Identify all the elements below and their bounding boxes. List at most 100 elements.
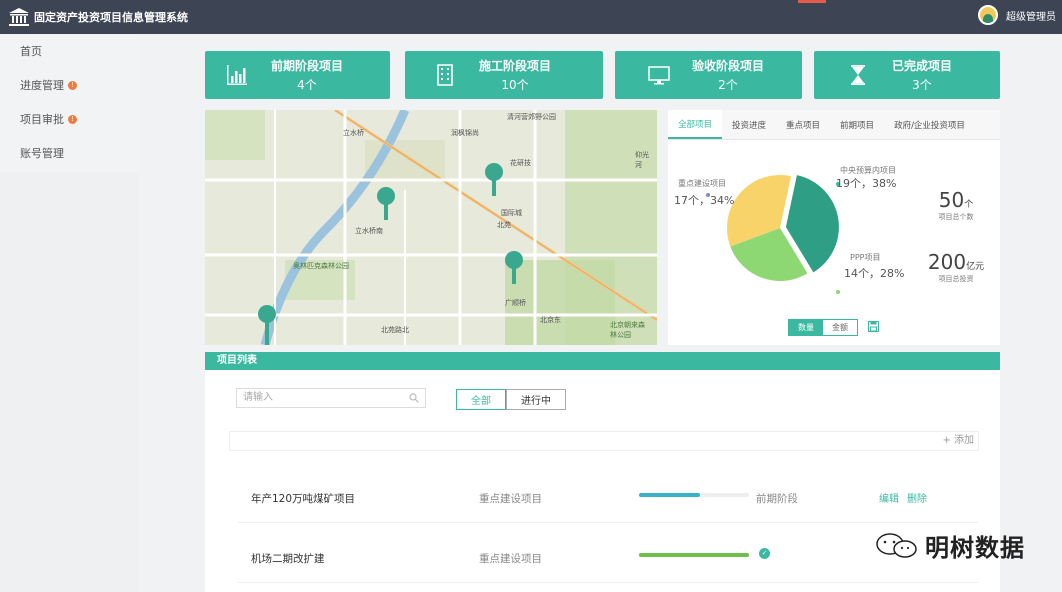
sidebar-item-label: 账号管理 <box>20 147 64 160</box>
sidebar: 首页 进度管理 ! 项目审批 ! 账号管理 <box>0 34 138 172</box>
card-construction[interactable]: 施工阶段项目 10个 <box>405 51 603 99</box>
project-stage: 前期阶段 <box>756 493 798 505</box>
project-type: 重点建设项目 <box>479 553 542 565</box>
map-label: 花研技 <box>510 159 531 167</box>
tab-preliminary-projects[interactable]: 前期项目 <box>830 110 884 139</box>
map-label: 北苑路北 <box>381 326 409 334</box>
chart-mode-toggle: 数量 金额 <box>788 319 858 336</box>
card-acceptance[interactable]: 验收阶段项目 2个 <box>615 51 802 99</box>
user-name: 超级管理员 <box>1006 11 1056 23</box>
card-preliminary[interactable]: 前期阶段项目 4个 <box>205 51 390 99</box>
search-icon[interactable] <box>409 393 419 403</box>
pie-value-ppp: 14个，28% <box>844 267 905 280</box>
filter-all-button[interactable]: 全部 <box>456 389 506 410</box>
edit-button[interactable]: 编辑 <box>879 490 899 505</box>
map-label: 润枫锦尚 <box>451 129 479 137</box>
pie-value-central: 19个，38% <box>836 177 897 190</box>
table-row: 机场二期改扩建 重点建设项目 ✓ <box>238 533 978 583</box>
map-label: 北京朝来森林公园 <box>610 321 645 339</box>
bank-logo-icon <box>9 8 29 26</box>
pie-label-key: 重点建设项目 <box>678 179 726 188</box>
progress-fill <box>639 553 749 557</box>
card-count: 3个 <box>912 78 932 92</box>
user-menu[interactable]: 超级管理员 <box>978 5 1056 25</box>
delete-button[interactable]: 删除 <box>907 490 927 505</box>
watermark-text: 明树数据 <box>925 534 1025 562</box>
tab-all-projects[interactable]: 全部项目 <box>668 110 723 139</box>
complete-check-icon: ✓ <box>759 548 770 559</box>
map-label: 仰光河 <box>635 151 649 169</box>
map-label: 奥林匹克森林公园 <box>293 262 349 270</box>
map-label: 北苑 <box>497 221 511 229</box>
project-type: 重点建设项目 <box>479 493 542 505</box>
add-project-button[interactable]: + 添加 <box>229 431 979 451</box>
card-count: 10个 <box>501 78 529 92</box>
card-title: 前期阶段项目 <box>270 59 343 73</box>
map-label: 立水桥南 <box>355 227 383 235</box>
alert-badge-icon: ! <box>68 80 77 90</box>
alert-badge-icon: ! <box>68 114 77 124</box>
project-list-header: 项目列表 <box>205 352 1000 370</box>
map-label: 清河营郊野公园 <box>507 113 556 121</box>
card-count: 4个 <box>297 78 317 92</box>
app-title: 固定资产投资项目信息管理系统 <box>34 11 188 24</box>
stat-value: 50 <box>938 188 965 212</box>
wechat-icon <box>876 532 917 558</box>
stat-total-projects: 50个 项目总个数 <box>916 188 996 222</box>
toggle-amount-button[interactable]: 金额 <box>823 320 857 335</box>
bar-chart-icon <box>227 65 247 85</box>
watermark: 明树数据 <box>875 528 1025 563</box>
map-canvas <box>205 110 657 345</box>
map-label: 立水桥 <box>343 129 364 137</box>
project-name: 机场二期改扩建 <box>251 553 325 565</box>
pie-label-marker <box>836 290 840 294</box>
filter-in-progress-button[interactable]: 进行中 <box>506 389 566 410</box>
pie-value-key: 17个，34% <box>674 194 735 207</box>
pie-chart <box>706 175 840 294</box>
panel-tabs: 全部项目 投资进度 重点项目 前期项目 政府/企业投资项目 <box>668 110 1000 140</box>
building-icon <box>437 64 453 86</box>
progress-bar <box>639 553 749 557</box>
card-title: 施工阶段项目 <box>478 59 551 73</box>
map-label: 北京东 <box>540 316 561 324</box>
card-count: 2个 <box>718 78 738 92</box>
table-row: 年产120万吨煤矿项目 重点建设项目 前期阶段 编辑 删除 <box>238 473 978 523</box>
notification-marker <box>798 0 826 3</box>
sidebar-item-label: 首页 <box>20 45 42 58</box>
card-completed[interactable]: 已完成项目 3个 <box>814 51 1000 99</box>
stat-value: 200 <box>927 250 967 274</box>
map-label: 广顺桥 <box>505 299 526 307</box>
save-icon[interactable] <box>868 321 879 332</box>
search-input[interactable]: 请输入 <box>236 388 426 408</box>
top-bar: 固定资产投资项目信息管理系统 超级管理员 <box>0 0 1062 34</box>
sidebar-item-label: 进度管理 <box>20 79 64 92</box>
monitor-icon <box>648 66 670 85</box>
stat-unit: 亿元 <box>966 262 985 272</box>
sidebar-item-home[interactable]: 首页 <box>0 34 138 68</box>
main-content: 前期阶段项目 4个 施工阶段项目 10个 验收阶段项目 2个 已完成项目 3个 … <box>138 34 1062 592</box>
card-title: 验收阶段项目 <box>691 59 764 73</box>
status-filter: 全部 进行中 <box>456 389 566 410</box>
tab-investment-progress[interactable]: 投资进度 <box>722 110 776 139</box>
stat-total-investment: 200亿元 项目总投资 <box>916 250 996 284</box>
avatar <box>978 5 998 25</box>
hourglass-icon <box>851 65 865 85</box>
sidebar-item-accounts[interactable]: 账号管理 <box>0 136 138 170</box>
search-placeholder: 请输入 <box>243 392 273 403</box>
stat-label: 项目总投资 <box>938 275 974 283</box>
tab-key-projects[interactable]: 重点项目 <box>776 110 830 139</box>
project-map[interactable]: 清河营郊野公园 立水桥 润枫锦尚 立水桥南 北苑 奥林匹克森林公园 北京朝来森林… <box>205 110 657 345</box>
stats-panel: 全部项目 投资进度 重点项目 前期项目 政府/企业投资项目 重点建设项目 17个… <box>668 110 1000 345</box>
tab-gov-enterprise[interactable]: 政府/企业投资项目 <box>884 110 975 139</box>
toggle-count-button[interactable]: 数量 <box>789 320 823 335</box>
sidebar-item-progress[interactable]: 进度管理 ! <box>0 68 138 102</box>
progress-fill <box>639 493 700 497</box>
card-title: 已完成项目 <box>891 59 952 73</box>
map-label: 国际城 <box>501 209 522 217</box>
pie-label-ppp: PPP项目 <box>850 253 881 262</box>
stat-unit: 个 <box>964 200 974 210</box>
sidebar-item-approval[interactable]: 项目审批 ! <box>0 102 138 136</box>
stat-label: 项目总个数 <box>938 213 974 221</box>
sidebar-item-label: 项目审批 <box>20 113 64 126</box>
project-name: 年产120万吨煤矿项目 <box>251 493 356 505</box>
